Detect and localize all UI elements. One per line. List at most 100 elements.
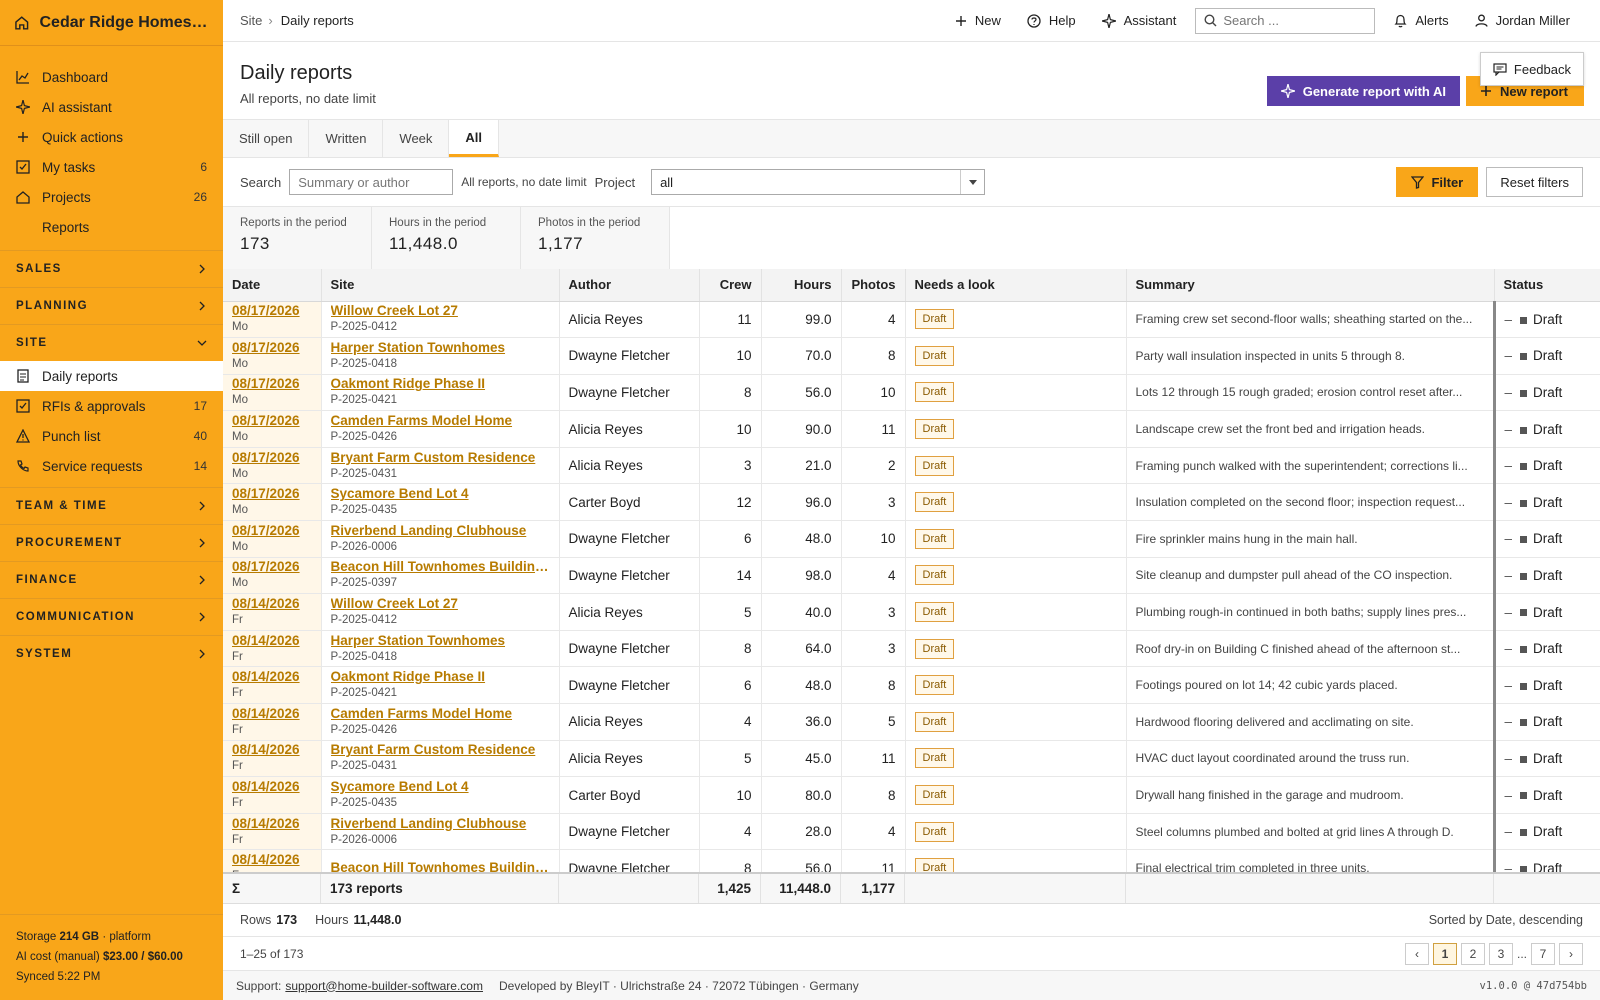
date-link[interactable]: 08/17/2026 (232, 376, 312, 392)
table-row[interactable]: 08/14/2026 Fr Willow Creek Lot 27 P-2025-04… (223, 593, 1600, 631)
status-cell[interactable]: – Draft (1492, 557, 1600, 595)
site-link[interactable]: Camden Farms Model Home (331, 706, 550, 722)
next-page-button[interactable]: › (1559, 942, 1583, 965)
section-communication[interactable]: COMMUNICATION (0, 598, 223, 635)
user-menu[interactable]: Jordan Miller (1462, 13, 1583, 28)
table-row[interactable]: 08/14/2026Fr Beacon Hill Townhomes Buildi… (223, 849, 1600, 872)
assistant-button[interactable]: Assistant (1089, 13, 1190, 28)
col-status[interactable]: Status (1494, 269, 1600, 302)
page-button-3[interactable]: 3 (1488, 942, 1513, 965)
nav-item-my-tasks[interactable]: My tasks 6 (0, 152, 223, 182)
tab-all[interactable]: All (449, 120, 500, 157)
table-row[interactable]: 08/17/2026 Mo Harper Station Townhomes P-20… (223, 337, 1600, 375)
tab-week[interactable]: Week (383, 120, 450, 157)
section-team-time[interactable]: TEAM & TIME (0, 487, 223, 524)
table-row[interactable]: 08/17/2026 Mo Sycamore Bend Lot 4 P-2025-04… (223, 483, 1600, 522)
nav-item-quick-actions[interactable]: Quick actions (0, 122, 223, 152)
col-date[interactable]: Date (223, 269, 322, 302)
nav-item-projects[interactable]: Projects 26 (0, 182, 223, 212)
table-row[interactable]: 08/14/2026 Fr Oakmont Ridge Phase II P-2025… (223, 666, 1600, 705)
global-search-input[interactable] (1223, 13, 1364, 28)
date-link[interactable]: 08/14/2026 (232, 633, 312, 649)
table-row[interactable]: 08/14/2026 Fr Camden Farms Model Home P-202… (223, 703, 1600, 741)
help-button[interactable]: Help (1014, 13, 1089, 28)
filter-button[interactable]: Filter (1396, 167, 1479, 197)
status-cell[interactable]: – Draft (1492, 374, 1600, 412)
site-link[interactable]: Riverbend Landing Clubhouse (331, 816, 550, 832)
nav-item-punch-list[interactable]: Punch list 40 (0, 421, 223, 451)
table-row[interactable]: 08/17/2026 Mo Bryant Farm Custom Residence… (223, 447, 1600, 485)
site-link[interactable]: Riverbend Landing Clubhouse (331, 523, 550, 539)
col-summary[interactable]: Summary (1126, 269, 1495, 302)
generate-ai-report-button[interactable]: Generate report with AI (1266, 76, 1460, 106)
nav-item-service-requests[interactable]: Service requests 14 (0, 451, 223, 481)
date-link[interactable]: 08/17/2026 (232, 340, 312, 356)
status-cell[interactable]: – Draft (1492, 740, 1600, 778)
section-finance[interactable]: FINANCE (0, 561, 223, 598)
status-cell[interactable]: – Draft (1492, 630, 1600, 668)
nav-item-reports[interactable]: Reports (0, 212, 223, 242)
status-cell[interactable]: – Draft (1492, 813, 1600, 851)
col-crew[interactable]: Crew (699, 269, 762, 302)
status-cell[interactable]: – Draft (1492, 301, 1600, 339)
date-link[interactable]: 08/17/2026 (232, 559, 312, 575)
project-select[interactable]: all (651, 169, 986, 195)
date-link[interactable]: 08/14/2026 (232, 816, 312, 832)
site-link[interactable]: Harper Station Townhomes (331, 340, 550, 356)
col-photos[interactable]: Photos (841, 269, 906, 302)
status-cell[interactable]: – Draft (1492, 483, 1600, 522)
breadcrumb-root[interactable]: Site (240, 13, 262, 28)
section-system[interactable]: SYSTEM (0, 635, 223, 672)
table-row[interactable]: 08/14/2026 Fr Harper Station Townhomes P-20… (223, 630, 1600, 668)
site-link[interactable]: Beacon Hill Townhomes Building C (331, 860, 550, 872)
site-link[interactable]: Beacon Hill Townhomes Building C (331, 559, 550, 575)
site-link[interactable]: Harper Station Townhomes (331, 633, 550, 649)
date-link[interactable]: 08/14/2026 (232, 742, 312, 758)
nav-item-dashboard[interactable]: Dashboard (0, 62, 223, 92)
col-author[interactable]: Author (559, 269, 700, 302)
brand[interactable]: Cedar Ridge Homes LLC (0, 0, 223, 46)
nav-item-rfis[interactable]: RFIs & approvals 17 (0, 391, 223, 421)
date-link[interactable]: 08/17/2026 (232, 303, 312, 319)
date-link[interactable]: 08/17/2026 (232, 450, 312, 466)
nav-item-ai-assistant[interactable]: AI assistant (0, 92, 223, 122)
site-link[interactable]: Sycamore Bend Lot 4 (331, 486, 550, 502)
section-sales[interactable]: SALES (0, 250, 223, 287)
status-cell[interactable]: – Draft (1492, 337, 1600, 375)
page-button-last[interactable]: 7 (1531, 942, 1555, 965)
site-link[interactable]: Bryant Farm Custom Residence (331, 450, 550, 466)
date-link[interactable]: 08/14/2026 (232, 852, 312, 868)
table-row[interactable]: 08/17/2026 Mo Camden Farms Model Home P-202… (223, 410, 1600, 448)
tab-written[interactable]: Written (309, 120, 384, 157)
page-button-2[interactable]: 2 (1460, 942, 1485, 965)
site-link[interactable]: Oakmont Ridge Phase II (331, 669, 550, 685)
status-cell[interactable]: – Draft (1492, 776, 1600, 814)
feedback-button[interactable]: Feedback (1479, 52, 1584, 86)
date-link[interactable]: 08/14/2026 (232, 779, 312, 795)
new-button[interactable]: New (942, 13, 1014, 28)
support-email-link[interactable]: support@home-builder-software.com (285, 979, 483, 993)
nav-item-daily-reports[interactable]: Daily reports (0, 361, 223, 391)
section-procurement[interactable]: PROCUREMENT (0, 524, 223, 561)
tab-still-open[interactable]: Still open (223, 120, 310, 157)
table-row[interactable]: 08/17/2026 Mo Willow Creek Lot 27 P-2025-04… (223, 301, 1600, 339)
prev-page-button[interactable]: ‹ (1404, 942, 1429, 965)
summary-search-input[interactable] (289, 169, 454, 195)
table-row[interactable]: 08/17/2026 Mo Riverbend Landing Clubhouse P… (223, 520, 1600, 558)
date-link[interactable]: 08/17/2026 (232, 413, 312, 429)
site-link[interactable]: Oakmont Ridge Phase II (331, 376, 550, 392)
table-row[interactable]: 08/14/2026 Fr Sycamore Bend Lot 4 P-2025-04… (223, 776, 1600, 814)
col-hours[interactable]: Hours (761, 269, 842, 302)
date-link[interactable]: 08/14/2026 (232, 706, 312, 722)
status-cell[interactable]: – Draft (1492, 849, 1600, 872)
date-link[interactable]: 08/17/2026 (232, 486, 312, 502)
table-row[interactable]: 08/17/2026 Mo Oakmont Ridge Phase II P-2025… (223, 374, 1600, 412)
site-link[interactable]: Willow Creek Lot 27 (331, 596, 550, 612)
table-row[interactable]: 08/17/2026 Mo Beacon Hill Townhomes Buildi… (223, 557, 1600, 595)
status-cell[interactable]: – Draft (1492, 593, 1600, 631)
col-site[interactable]: Site (321, 269, 560, 302)
site-link[interactable]: Willow Creek Lot 27 (331, 303, 550, 319)
status-cell[interactable]: – Draft (1492, 520, 1600, 558)
site-link[interactable]: Sycamore Bend Lot 4 (331, 779, 550, 795)
table-row[interactable]: 08/14/2026 Fr Bryant Farm Custom Residence… (223, 740, 1600, 778)
